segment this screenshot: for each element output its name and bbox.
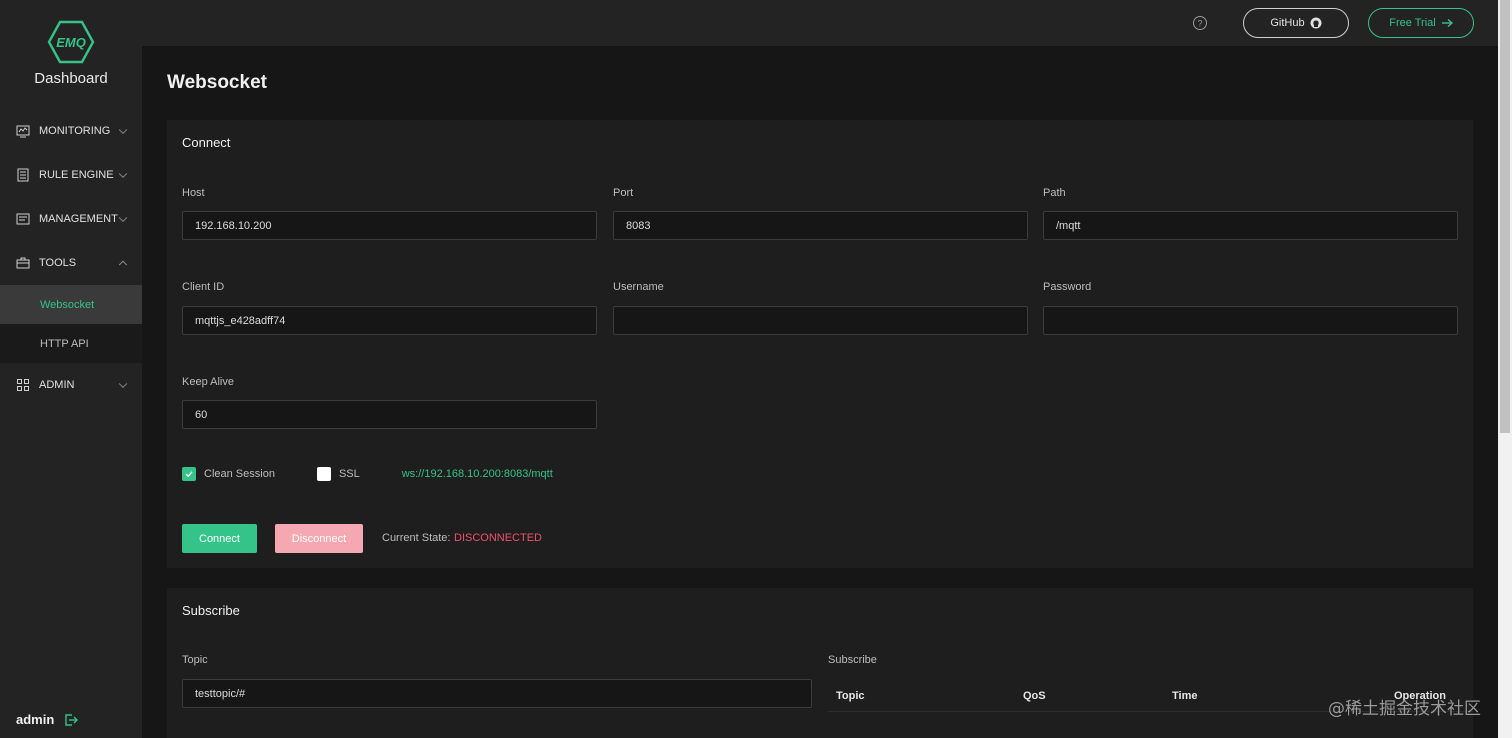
watermark: @稀土掘金技术社区 bbox=[1328, 699, 1481, 719]
rule-engine-icon bbox=[17, 168, 29, 182]
clean-session-label: Clean Session bbox=[204, 468, 275, 480]
port-label: Port bbox=[613, 187, 634, 199]
svg-text:EMQ: EMQ bbox=[56, 35, 86, 50]
sidebar-item-label: MONITORING bbox=[39, 125, 111, 137]
column-header-topic: Topic bbox=[836, 690, 865, 702]
subscriptions-label: Subscribe bbox=[828, 654, 877, 666]
connect-card-title: Connect bbox=[182, 135, 231, 150]
current-user: admin bbox=[16, 712, 55, 727]
logout-icon[interactable] bbox=[64, 713, 79, 727]
sidebar-item-label: MANAGEMENT bbox=[39, 213, 118, 225]
sidebar-item-label: ADMIN bbox=[39, 379, 75, 391]
path-input[interactable] bbox=[1043, 211, 1458, 240]
sidebar-footer: admin bbox=[16, 712, 79, 727]
sidebar-subitem-http-api[interactable]: HTTP API bbox=[0, 324, 142, 363]
svg-text:?: ? bbox=[1197, 19, 1202, 29]
websocket-url: ws://192.168.10.200:8083/mqtt bbox=[401, 468, 553, 480]
connection-state-badge: DISCONNECTED bbox=[454, 532, 543, 544]
sidebar-item-monitoring[interactable]: MONITORING bbox=[0, 109, 142, 153]
chevron-down-icon bbox=[118, 169, 128, 179]
column-header-qos: QoS bbox=[1023, 690, 1046, 702]
connect-card: Connect Host Port Path Client ID Usernam… bbox=[167, 120, 1473, 568]
arrow-right-icon bbox=[1441, 18, 1453, 28]
chevron-down-icon bbox=[118, 125, 128, 135]
sidebar-item-label: TOOLS bbox=[39, 257, 77, 269]
connect-button[interactable]: Connect bbox=[182, 524, 257, 553]
free-trial-button-label: Free Trial bbox=[1389, 17, 1436, 29]
github-button-label: GitHub bbox=[1270, 17, 1305, 29]
password-label: Password bbox=[1043, 281, 1092, 293]
subscribe-card-title: Subscribe bbox=[182, 603, 240, 618]
client-id-label: Client ID bbox=[182, 281, 225, 293]
github-icon bbox=[1310, 17, 1322, 29]
keep-alive-label: Keep Alive bbox=[182, 376, 234, 388]
options-row: Clean Session SSL ws://192.168.10.200:80… bbox=[182, 466, 553, 482]
checkmark-icon bbox=[185, 471, 193, 478]
subscribe-card: Subscribe Topic Subscribe Topic QoS Time… bbox=[167, 588, 1473, 738]
path-label: Path bbox=[1043, 187, 1066, 199]
clean-session-checkbox[interactable] bbox=[182, 467, 196, 481]
username-label: Username bbox=[613, 281, 664, 293]
keep-alive-input[interactable] bbox=[182, 400, 597, 429]
topic-label: Topic bbox=[182, 654, 208, 666]
sidebar-item-rule-engine[interactable]: RULE ENGINE bbox=[0, 153, 142, 197]
brand-title: Dashboard bbox=[34, 70, 108, 87]
sidebar-item-tools[interactable]: TOOLS bbox=[0, 241, 142, 285]
sidebar-menu: MONITORING RULE ENGINE MANAGEMENT TOOLS … bbox=[0, 109, 142, 407]
page-scrollbar-thumb[interactable] bbox=[1500, 0, 1510, 433]
username-input[interactable] bbox=[613, 306, 1028, 335]
sidebar-item-label: RULE ENGINE bbox=[39, 169, 114, 181]
topic-input[interactable] bbox=[182, 679, 812, 708]
chevron-down-icon bbox=[118, 213, 128, 223]
sidebar-item-admin[interactable]: ADMIN bbox=[0, 363, 142, 407]
chevron-down-icon bbox=[118, 379, 128, 389]
management-icon bbox=[16, 213, 30, 225]
port-input[interactable] bbox=[613, 211, 1028, 240]
help-icon[interactable]: ? bbox=[1192, 15, 1208, 31]
free-trial-button[interactable]: Free Trial bbox=[1368, 8, 1474, 38]
client-id-input[interactable] bbox=[182, 306, 597, 335]
brand: EMQ Dashboard bbox=[0, 18, 142, 87]
ssl-checkbox[interactable] bbox=[316, 467, 331, 481]
current-state-label: Current State: bbox=[382, 532, 451, 544]
ssl-label: SSL bbox=[338, 468, 360, 480]
host-input[interactable] bbox=[182, 211, 597, 240]
host-label: Host bbox=[182, 187, 205, 199]
sidebar: EMQ Dashboard MONITORING RULE ENGINE MAN… bbox=[0, 0, 142, 738]
password-input[interactable] bbox=[1043, 306, 1458, 335]
column-header-time: Time bbox=[1172, 690, 1198, 702]
admin-grid-icon bbox=[17, 379, 29, 391]
chevron-up-icon bbox=[118, 260, 128, 270]
sidebar-subitem-websocket[interactable]: Websocket bbox=[0, 285, 142, 324]
page-title: Websocket bbox=[167, 72, 267, 93]
monitoring-icon bbox=[16, 125, 30, 138]
sidebar-item-management[interactable]: MANAGEMENT bbox=[0, 197, 142, 241]
disconnect-button[interactable]: Disconnect bbox=[275, 524, 363, 553]
top-header: ? GitHub Free Trial bbox=[142, 0, 1498, 46]
github-button[interactable]: GitHub bbox=[1243, 8, 1349, 38]
tools-icon bbox=[16, 257, 30, 269]
emq-logo: EMQ bbox=[47, 20, 95, 64]
